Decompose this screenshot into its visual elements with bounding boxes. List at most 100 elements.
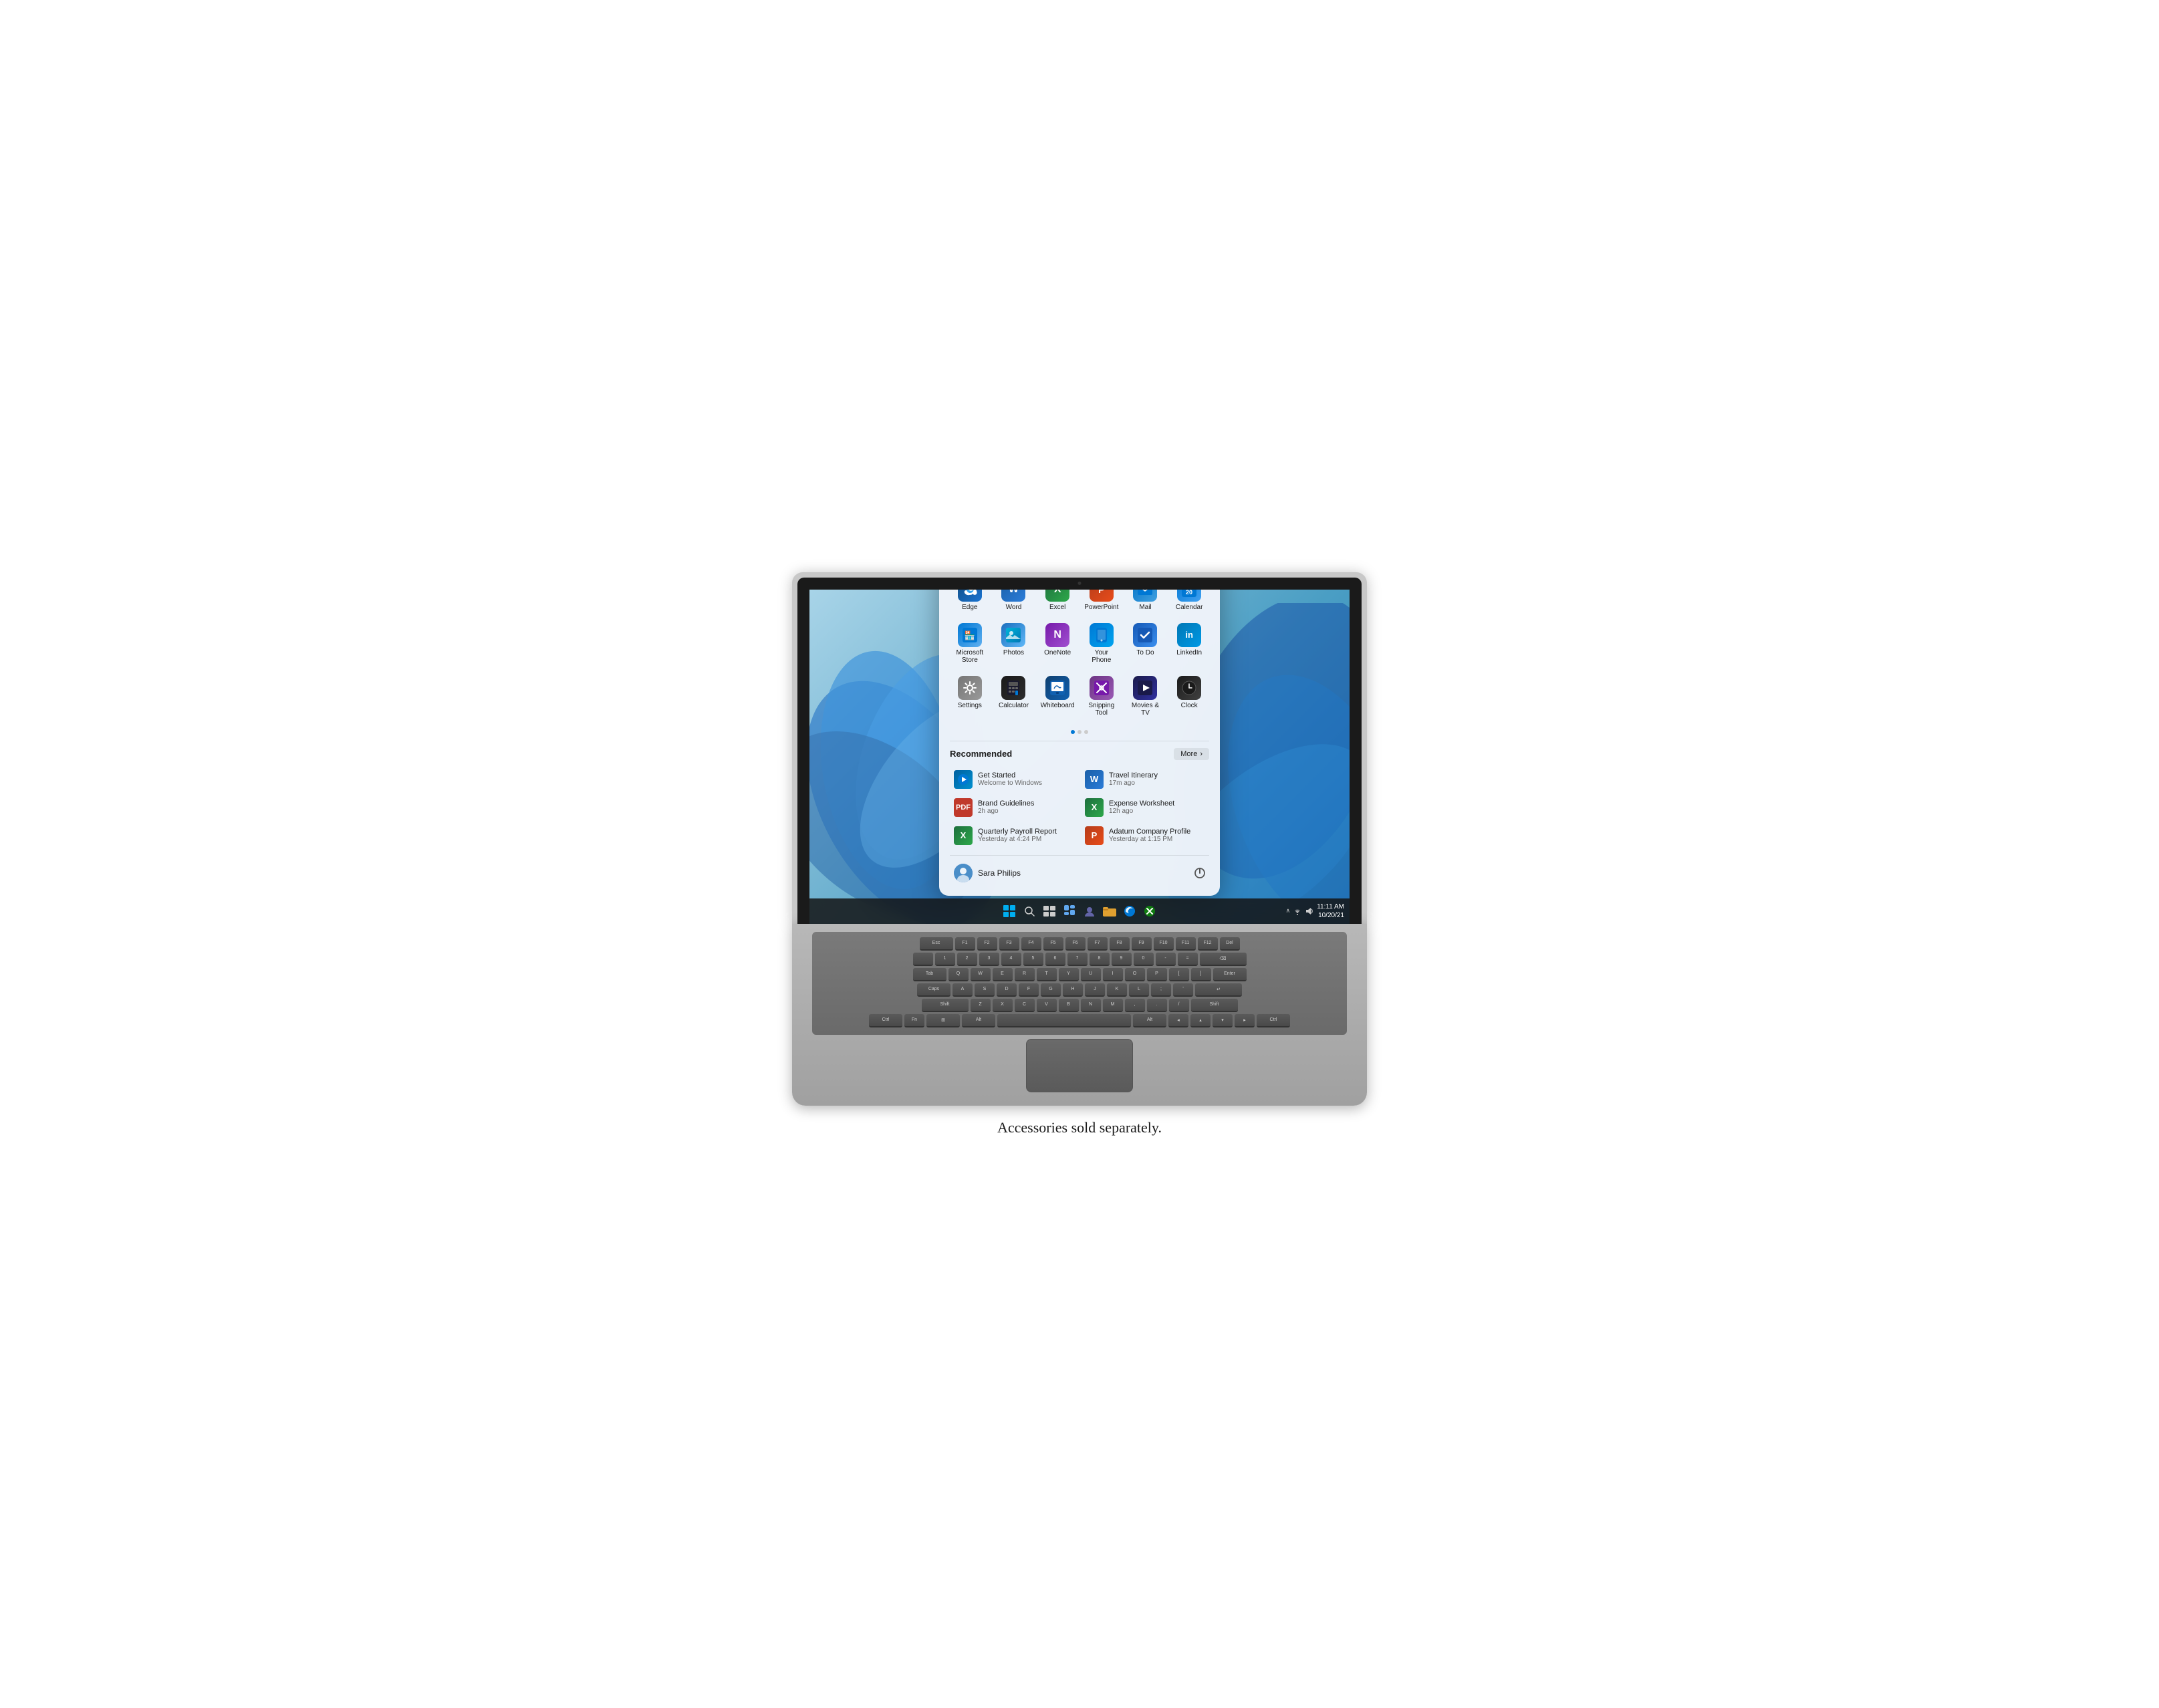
key-x[interactable]: X bbox=[993, 999, 1013, 1012]
taskbar-edge[interactable] bbox=[1122, 903, 1138, 919]
key-enter2[interactable]: ↵ bbox=[1195, 983, 1242, 997]
app-store[interactable]: 🏪 Microsoft Store bbox=[950, 619, 990, 668]
key-u[interactable]: U bbox=[1081, 968, 1101, 981]
key-0[interactable]: 0 bbox=[1134, 953, 1154, 966]
rec-payroll[interactable]: X Quarterly Payroll Report Yesterday at … bbox=[950, 823, 1078, 848]
key-esc[interactable]: Esc bbox=[920, 937, 953, 951]
key-8[interactable]: 8 bbox=[1090, 953, 1110, 966]
key-rctrl[interactable]: Ctrl bbox=[1257, 1014, 1290, 1027]
key-altgr[interactable]: Alt bbox=[1133, 1014, 1166, 1027]
key-up[interactable]: ▴ bbox=[1190, 1014, 1211, 1027]
rec-brand[interactable]: PDF Brand Guidelines 2h ago bbox=[950, 795, 1078, 820]
taskbar-clock[interactable]: 11:11 AM 10/20/21 bbox=[1317, 902, 1344, 920]
app-calculator[interactable]: Calculator bbox=[994, 672, 1034, 721]
app-powerpoint[interactable]: P PowerPoint bbox=[1082, 590, 1122, 615]
key-down[interactable]: ▾ bbox=[1213, 1014, 1233, 1027]
key-win[interactable]: ⊞ bbox=[926, 1014, 960, 1027]
key-7[interactable]: 7 bbox=[1067, 953, 1088, 966]
key-semi[interactable]: ; bbox=[1151, 983, 1171, 997]
key-v[interactable]: V bbox=[1037, 999, 1057, 1012]
key-space[interactable] bbox=[997, 1014, 1131, 1027]
key-g[interactable]: G bbox=[1041, 983, 1061, 997]
key-f6[interactable]: F6 bbox=[1065, 937, 1086, 951]
taskbar-xbox[interactable] bbox=[1142, 903, 1158, 919]
rec-adatum[interactable]: P Adatum Company Profile Yesterday at 1:… bbox=[1081, 823, 1209, 848]
app-linkedin[interactable]: in LinkedIn bbox=[1169, 619, 1209, 668]
app-movies[interactable]: Movies & TV bbox=[1126, 672, 1166, 721]
taskbar-search[interactable] bbox=[1021, 903, 1037, 919]
key-h[interactable]: H bbox=[1063, 983, 1083, 997]
key-lshift[interactable]: Shift bbox=[922, 999, 969, 1012]
key-f8[interactable]: F8 bbox=[1110, 937, 1130, 951]
more-button[interactable]: More › bbox=[1174, 748, 1209, 760]
key-f11[interactable]: F11 bbox=[1176, 937, 1196, 951]
key-4[interactable]: 4 bbox=[1001, 953, 1021, 966]
key-q[interactable]: Q bbox=[948, 968, 969, 981]
key-caps[interactable]: Caps bbox=[917, 983, 950, 997]
key-lbracket[interactable]: [ bbox=[1169, 968, 1189, 981]
key-p[interactable]: P bbox=[1147, 968, 1167, 981]
app-clock[interactable]: Clock bbox=[1169, 672, 1209, 721]
key-f3[interactable]: F3 bbox=[999, 937, 1019, 951]
key-z[interactable]: Z bbox=[971, 999, 991, 1012]
key-right[interactable]: ▸ bbox=[1235, 1014, 1255, 1027]
key-f[interactable]: F bbox=[1019, 983, 1039, 997]
key-slash[interactable]: / bbox=[1169, 999, 1189, 1012]
app-onenote[interactable]: N OneNote bbox=[1037, 619, 1077, 668]
key-9[interactable]: 9 bbox=[1112, 953, 1132, 966]
key-s[interactable]: S bbox=[975, 983, 995, 997]
touchpad[interactable] bbox=[1026, 1039, 1133, 1092]
key-fn[interactable]: Fn bbox=[904, 1014, 924, 1027]
app-calendar[interactable]: 20 Calendar bbox=[1169, 590, 1209, 615]
key-f4[interactable]: F4 bbox=[1021, 937, 1041, 951]
key-n[interactable]: N bbox=[1081, 999, 1101, 1012]
key-d[interactable]: D bbox=[997, 983, 1017, 997]
key-f7[interactable]: F7 bbox=[1088, 937, 1108, 951]
key-r[interactable]: R bbox=[1015, 968, 1035, 981]
rec-get-started[interactable]: Get Started Welcome to Windows bbox=[950, 767, 1078, 792]
app-photos[interactable]: Photos bbox=[994, 619, 1034, 668]
rec-expense[interactable]: X Expense Worksheet 12h ago bbox=[1081, 795, 1209, 820]
key-f1[interactable]: F1 bbox=[955, 937, 975, 951]
key-w[interactable]: W bbox=[971, 968, 991, 981]
key-6[interactable]: 6 bbox=[1045, 953, 1065, 966]
key-2[interactable]: 2 bbox=[957, 953, 977, 966]
key-y[interactable]: Y bbox=[1059, 968, 1079, 981]
file-explorer[interactable] bbox=[1102, 903, 1118, 919]
key-enter[interactable]: Enter bbox=[1213, 968, 1247, 981]
key-f9[interactable]: F9 bbox=[1132, 937, 1152, 951]
key-f10[interactable]: F10 bbox=[1154, 937, 1174, 951]
key-m[interactable]: M bbox=[1103, 999, 1123, 1012]
task-view[interactable] bbox=[1041, 903, 1057, 919]
key-rshift[interactable]: Shift bbox=[1191, 999, 1238, 1012]
key-1[interactable]: 1 bbox=[935, 953, 955, 966]
taskbar-chevron[interactable]: ∧ bbox=[1286, 907, 1291, 914]
app-whiteboard[interactable]: Whiteboard bbox=[1037, 672, 1077, 721]
start-button[interactable] bbox=[1001, 903, 1017, 919]
teams-chat[interactable] bbox=[1082, 903, 1098, 919]
key-f5[interactable]: F5 bbox=[1043, 937, 1063, 951]
power-button[interactable] bbox=[1190, 864, 1209, 882]
key-3[interactable]: 3 bbox=[979, 953, 999, 966]
key-tilde[interactable] bbox=[913, 953, 933, 966]
key-tab[interactable]: Tab bbox=[913, 968, 946, 981]
key-period[interactable]: . bbox=[1147, 999, 1167, 1012]
key-k[interactable]: K bbox=[1107, 983, 1127, 997]
app-todo[interactable]: To Do bbox=[1126, 619, 1166, 668]
key-j[interactable]: J bbox=[1085, 983, 1105, 997]
key-comma[interactable]: , bbox=[1125, 999, 1145, 1012]
key-a[interactable]: A bbox=[952, 983, 973, 997]
app-excel[interactable]: X Excel bbox=[1037, 590, 1077, 615]
key-i[interactable]: I bbox=[1103, 968, 1123, 981]
app-snipping[interactable]: Snipping Tool bbox=[1082, 672, 1122, 721]
key-ctrl[interactable]: Ctrl bbox=[869, 1014, 902, 1027]
key-o[interactable]: O bbox=[1125, 968, 1145, 981]
key-5[interactable]: 5 bbox=[1023, 953, 1043, 966]
key-rbracket[interactable]: ] bbox=[1191, 968, 1211, 981]
app-edge[interactable]: Edge bbox=[950, 590, 990, 615]
key-equals[interactable]: = bbox=[1178, 953, 1198, 966]
widgets-button[interactable] bbox=[1061, 903, 1077, 919]
app-word[interactable]: W Word bbox=[994, 590, 1034, 615]
key-left[interactable]: ◂ bbox=[1168, 1014, 1188, 1027]
key-minus[interactable]: - bbox=[1156, 953, 1176, 966]
